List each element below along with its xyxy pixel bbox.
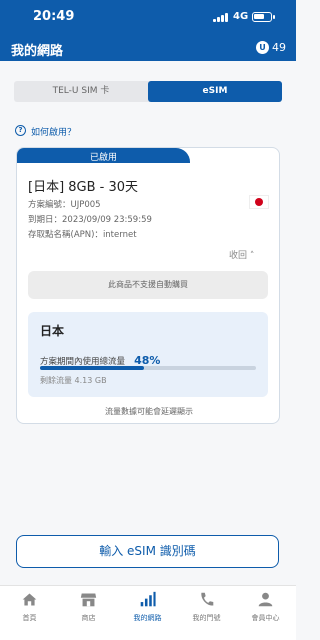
points-icon[interactable]: U — [256, 41, 269, 54]
apn-value: internet — [102, 230, 137, 240]
nav-item-home[interactable]: 首頁 — [0, 591, 59, 631]
auto-purchase-notice: 此商品不支援自動購買 — [28, 271, 268, 299]
nav-label-store: 商店 — [81, 614, 96, 622]
help-link-label: 如何啟用？ — [31, 128, 77, 138]
usage-progress-fill — [40, 366, 144, 370]
nav-label-my-network: 我的網路 — [133, 614, 162, 622]
enter-esim-id-button[interactable]: 輸入 eSIM 識別碼 — [16, 535, 279, 568]
points-value[interactable]: 49 — [272, 41, 286, 54]
usage-progress-bar — [40, 366, 256, 370]
expiry-date-value: 2023/09/09 23:59:59 — [62, 215, 152, 225]
page-title: 我的網路 — [11, 44, 64, 59]
tab-tel-u-sim[interactable]: TEL-U SIM 卡 — [14, 81, 148, 102]
battery-icon — [252, 12, 275, 22]
status-badge: 已啟用 — [17, 148, 190, 163]
remaining-data: 剩餘流量 4.13 GB — [40, 376, 107, 385]
plan-number: 方案編號：UJP005 — [28, 198, 101, 210]
nav-label-member: 會員中心 — [251, 614, 280, 622]
cellular-signal-icon — [213, 13, 229, 22]
bottom-tab-bar: 首頁 商店 我的網路 我的門號 會員中心 — [0, 585, 296, 640]
app-header: 我的網路 U 49 — [0, 34, 296, 61]
main-content: TEL-U SIM 卡 eSIM ? 如何啟用？ 已啟用 [日本] 8GB - … — [0, 61, 296, 585]
collapse-button[interactable]: 收回 ˄ — [229, 248, 254, 261]
tab-esim[interactable]: eSIM — [148, 81, 282, 102]
japan-flag-icon — [249, 195, 269, 209]
apn: 存取點名稱(APN)：internet — [28, 228, 137, 240]
expiry-date: 到期日：2023/09/09 23:59:59 — [28, 213, 152, 225]
status-time: 20:49 — [33, 9, 75, 24]
question-circle-icon: ? — [15, 125, 26, 136]
nav-item-my-number[interactable]: 我的門號 — [177, 591, 236, 631]
usage-panel: 日本 方案期間內使用總流量 48% 剩餘流量 4.13 GB — [28, 312, 268, 397]
plan-card: 已啟用 [日本] 8GB - 30天 方案編號：UJP005 到期日：2023/… — [16, 147, 280, 424]
delay-note: 流量數據可能會延遲顯示 — [105, 407, 193, 416]
status-bar: 20:49 4G — [0, 0, 296, 34]
plan-number-value: UJP005 — [70, 200, 101, 210]
nav-item-member[interactable]: 會員中心 — [236, 591, 295, 631]
store-icon — [80, 593, 97, 607]
user-icon — [258, 592, 273, 607]
plan-number-label: 方案編號： — [28, 200, 71, 210]
plan-name: [日本] 8GB - 30天 — [28, 180, 139, 195]
nav-label-home: 首頁 — [22, 614, 37, 622]
sim-type-tabs: TEL-U SIM 卡 eSIM — [14, 81, 282, 102]
nav-item-my-network[interactable]: 我的網路 — [118, 591, 177, 631]
expiry-date-label: 到期日： — [28, 215, 63, 225]
phone-icon — [201, 592, 214, 606]
apn-label: 存取點名稱(APN)： — [28, 230, 103, 240]
home-icon — [22, 593, 37, 606]
nav-label-my-number: 我的門號 — [192, 614, 221, 622]
status-badge-label: 已啟用 — [89, 153, 117, 163]
nav-item-store[interactable]: 商店 — [59, 591, 118, 631]
usage-country: 日本 — [40, 324, 65, 338]
signal-bars-icon — [140, 591, 156, 607]
network-type: 4G — [233, 11, 249, 22]
